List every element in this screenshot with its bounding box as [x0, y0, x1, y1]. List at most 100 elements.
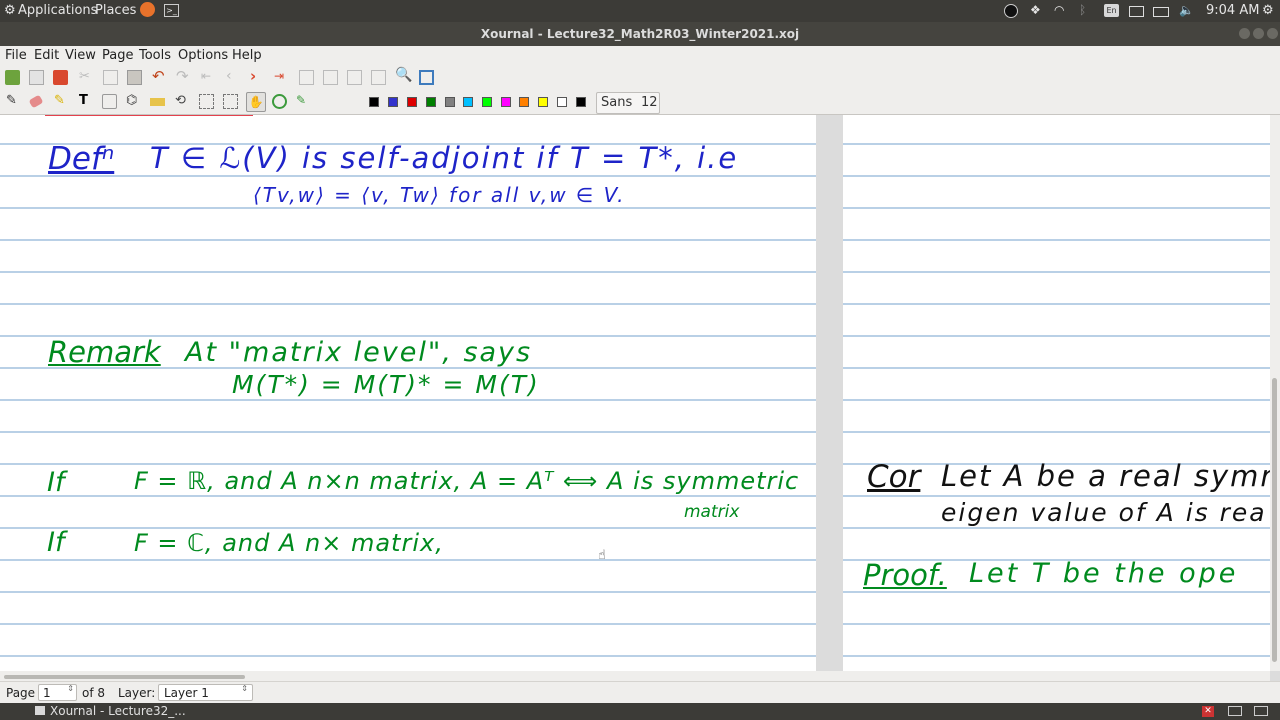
top-panel: ⚙ Applications Places >_ ❖ ◠ ᛒ En 🔈 9:04…: [0, 0, 1280, 22]
last-page-icon[interactable]: ⇥: [274, 69, 289, 84]
recording-icon[interactable]: [1004, 4, 1018, 18]
menu-page[interactable]: Page: [102, 48, 133, 63]
battery-icon[interactable]: [1153, 7, 1169, 17]
spinner-arrows-icon[interactable]: ⇕: [67, 684, 74, 693]
menu-tools[interactable]: Tools: [139, 48, 171, 63]
wifi-icon[interactable]: ◠: [1054, 3, 1068, 17]
layer-select[interactable]: Layer 1 ⇕: [158, 684, 253, 701]
document-canvas[interactable]: Defⁿ T ∈ ℒ(V) is self-adjoint if T = T*,…: [0, 115, 1270, 671]
trash-icon[interactable]: [1254, 706, 1268, 716]
color-white[interactable]: [557, 97, 567, 107]
cut-icon[interactable]: ✂: [79, 69, 94, 84]
page-2[interactable]: Cor Let A be a real symmet eigen value o…: [843, 115, 1270, 671]
eraser-icon[interactable]: [28, 94, 44, 109]
bluetooth-icon[interactable]: ᛒ: [1079, 3, 1093, 17]
menu-view[interactable]: View: [65, 48, 96, 63]
normal-size-icon[interactable]: [371, 70, 386, 85]
clock[interactable]: 9:04 AM: [1206, 3, 1259, 18]
horizontal-scroll-thumb[interactable]: [4, 675, 245, 679]
zoom-in-icon[interactable]: [347, 70, 362, 85]
menu-file[interactable]: File: [5, 48, 27, 63]
keyboard-layout-indicator[interactable]: En: [1104, 4, 1119, 17]
paste-icon[interactable]: [127, 70, 142, 85]
vertical-scrollbar[interactable]: [1270, 115, 1280, 671]
new-page-icon[interactable]: [29, 70, 44, 85]
terminal-icon[interactable]: >_: [164, 4, 179, 17]
color-red[interactable]: [407, 97, 417, 107]
first-page-icon[interactable]: ⇤: [201, 69, 216, 84]
text-tool-icon[interactable]: T: [79, 93, 94, 108]
taskbar-window-button[interactable]: Xournal - Lecture32_...: [50, 704, 186, 718]
color-light-blue[interactable]: [463, 97, 473, 107]
remark-label: Remark: [48, 335, 161, 369]
applications-icon: ⚙: [4, 3, 16, 18]
default-tool-icon[interactable]: [272, 94, 287, 109]
rect-select-icon[interactable]: [199, 94, 214, 109]
proof-line: Let T be the ope: [969, 558, 1239, 589]
volume-icon[interactable]: 🔈: [1179, 3, 1194, 17]
color-green[interactable]: [426, 97, 436, 107]
lasso-select-icon[interactable]: ⟲: [175, 93, 190, 108]
hand-cursor-icon: ☝: [598, 548, 606, 563]
page-number-spinner[interactable]: 1 ⇕: [38, 684, 77, 701]
next-page-icon[interactable]: ›: [250, 67, 265, 85]
firefox-icon[interactable]: [140, 2, 155, 17]
highlighter-icon[interactable]: ✎: [54, 93, 69, 108]
color-custom[interactable]: [576, 97, 586, 107]
fit-width-icon[interactable]: [299, 70, 314, 85]
color-yellow[interactable]: [538, 97, 548, 107]
pen-icon[interactable]: ✎: [6, 93, 21, 108]
xournal-window-icon: [35, 706, 45, 715]
layer-dropdown-icon[interactable]: ⇕: [241, 684, 248, 693]
proof-label: Proof.: [863, 558, 947, 592]
zoom-search-icon[interactable]: 🔍: [395, 67, 412, 83]
dropbox-icon[interactable]: ❖: [1030, 3, 1044, 17]
image-tool-icon[interactable]: [102, 94, 117, 109]
redo-icon[interactable]: ↷: [176, 67, 191, 85]
zoom-out-icon[interactable]: [323, 70, 338, 85]
menu-edit[interactable]: Edit: [34, 48, 59, 63]
places-menu[interactable]: Places: [95, 3, 136, 18]
save-icon[interactable]: [53, 70, 68, 85]
cor-line-2: eigen value of A is rea: [941, 498, 1267, 527]
copy-icon[interactable]: [103, 70, 118, 85]
workspace-switcher-icon[interactable]: [1228, 706, 1242, 716]
applications-menu[interactable]: Applications: [18, 3, 97, 18]
toolbar-file: ✂ ↶ ↷ ⇤ ‹ › ⇥ 🔍: [0, 66, 1280, 90]
menu-options[interactable]: Options: [178, 48, 228, 63]
default-pen-icon[interactable]: ✎: [296, 93, 311, 108]
color-blue[interactable]: [388, 97, 398, 107]
if-real-label: If: [47, 467, 65, 498]
cor-label: Cor: [867, 459, 921, 495]
color-orange[interactable]: [519, 97, 529, 107]
system-gear-icon[interactable]: ⚙: [1262, 3, 1274, 18]
defn-line-1: T ∈ ℒ(V) is self-adjoint if T = T*, i.e: [150, 141, 739, 175]
layer-value: Layer 1: [164, 686, 209, 700]
defn-line-2: ⟨Tv,w⟩ = ⟨v, Tw⟩ for all v,w ∈ V.: [253, 183, 626, 207]
color-gray[interactable]: [445, 97, 455, 107]
fullscreen-icon[interactable]: [419, 70, 434, 85]
horizontal-scrollbar[interactable]: [0, 671, 1270, 681]
menu-help[interactable]: Help: [232, 48, 262, 63]
vertical-scroll-thumb[interactable]: [1272, 378, 1277, 662]
hand-tool-icon[interactable]: ✋: [246, 92, 266, 112]
ruler-icon[interactable]: [150, 98, 165, 106]
undo-icon[interactable]: ↶: [152, 67, 167, 85]
mail-icon[interactable]: [1129, 6, 1144, 17]
font-size: 12: [641, 95, 658, 110]
shape-recognizer-icon[interactable]: ⌬: [126, 93, 141, 108]
close-button[interactable]: [1267, 28, 1278, 39]
maximize-button[interactable]: [1253, 28, 1264, 39]
new-document-icon[interactable]: [5, 70, 20, 85]
page-1[interactable]: Defⁿ T ∈ ℒ(V) is self-adjoint if T = T*,…: [0, 115, 816, 671]
vertical-space-icon[interactable]: [223, 94, 238, 109]
color-black[interactable]: [369, 97, 379, 107]
minimize-button[interactable]: [1239, 28, 1250, 39]
taskbar-close-icon[interactable]: ✕: [1202, 706, 1214, 717]
font-button[interactable]: Sans 12: [596, 92, 660, 114]
previous-page-icon[interactable]: ‹: [226, 68, 241, 84]
color-light-green[interactable]: [482, 97, 492, 107]
font-name: Sans: [601, 95, 633, 110]
color-magenta[interactable]: [501, 97, 511, 107]
window-titlebar[interactable]: Xournal - Lecture32_Math2R03_Winter2021.…: [0, 22, 1280, 46]
